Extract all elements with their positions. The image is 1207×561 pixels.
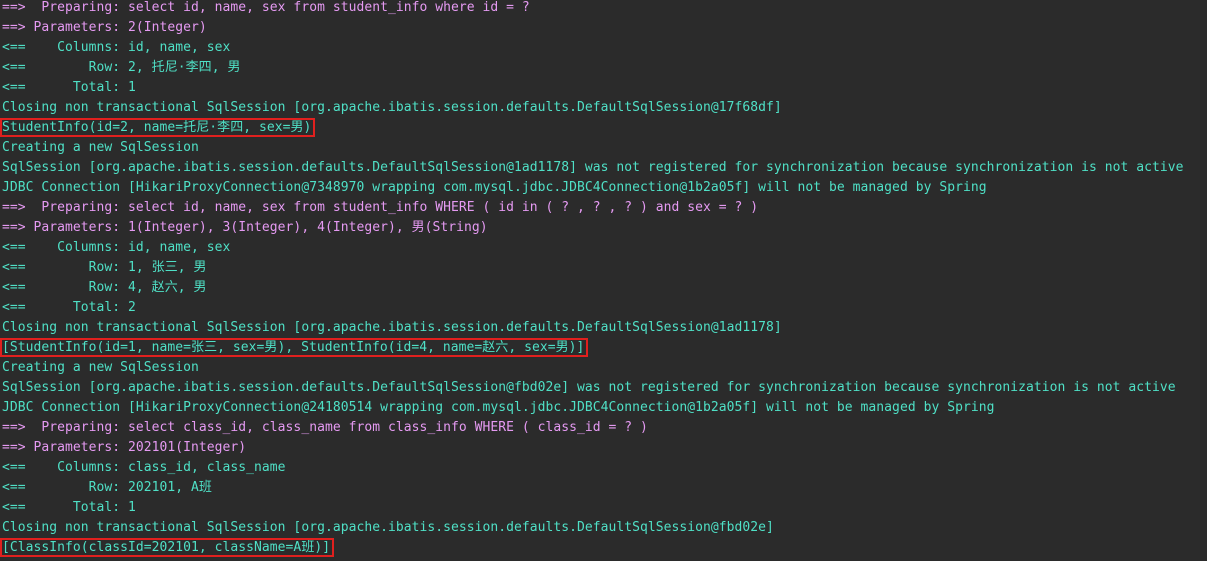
- log-line: <== Total: 1: [2, 78, 1207, 98]
- log-line: <== Columns: id, name, sex: [2, 38, 1207, 58]
- log-line: JDBC Connection [HikariProxyConnection@2…: [2, 398, 1207, 418]
- log-line: SqlSession [org.apache.ibatis.session.de…: [2, 158, 1207, 178]
- log-line-text: ==> Parameters: 202101(Integer): [2, 440, 247, 455]
- log-line-text: ==> Preparing: select id, name, sex from…: [2, 200, 759, 215]
- log-line-text: SqlSession [org.apache.ibatis.session.de…: [2, 160, 1184, 175]
- log-line-text: Closing non transactional SqlSession [or…: [2, 100, 782, 115]
- log-line-text: StudentInfo(id=2, name=托尼·李四, sex=男): [0, 118, 316, 137]
- log-line: Closing non transactional SqlSession [or…: [2, 98, 1207, 118]
- log-line-text: JDBC Connection [HikariProxyConnection@2…: [2, 400, 995, 415]
- log-line: <== Columns: id, name, sex: [2, 238, 1207, 258]
- console-output: ==> Preparing: select id, name, sex from…: [0, 0, 1207, 558]
- log-line: Closing non transactional SqlSession [or…: [2, 518, 1207, 538]
- log-line: <== Row: 202101, A班: [2, 478, 1207, 498]
- log-line-text: ==> Parameters: 2(Integer): [2, 20, 207, 35]
- highlighted-result-line: StudentInfo(id=2, name=托尼·李四, sex=男): [0, 118, 1207, 138]
- log-line: Creating a new SqlSession: [2, 358, 1207, 378]
- log-line-text: <== Columns: id, name, sex: [2, 240, 231, 255]
- log-line: ==> Preparing: select class_id, class_na…: [2, 418, 1207, 438]
- log-line: <== Columns: class_id, class_name: [2, 458, 1207, 478]
- log-line: <== Total: 2: [2, 298, 1207, 318]
- log-line: SqlSession [org.apache.ibatis.session.de…: [2, 378, 1207, 398]
- log-line-text: ==> Preparing: select id, name, sex from…: [2, 0, 530, 15]
- log-line-text: <== Total: 1: [2, 500, 136, 515]
- log-line-text: <== Columns: id, name, sex: [2, 40, 231, 55]
- log-line-text: JDBC Connection [HikariProxyConnection@7…: [2, 180, 987, 195]
- log-line: ==> Parameters: 1(Integer), 3(Integer), …: [2, 218, 1207, 238]
- log-line-text: [StudentInfo(id=1, name=张三, sex=男), Stud…: [0, 338, 589, 357]
- log-line-text: <== Total: 2: [2, 300, 136, 315]
- log-line-text: Closing non transactional SqlSession [or…: [2, 320, 782, 335]
- log-line-text: SqlSession [org.apache.ibatis.session.de…: [2, 380, 1176, 395]
- log-line: Creating a new SqlSession: [2, 138, 1207, 158]
- log-line-text: ==> Parameters: 1(Integer), 3(Integer), …: [2, 220, 488, 235]
- log-line: ==> Preparing: select id, name, sex from…: [2, 0, 1207, 18]
- highlighted-result-line: [ClassInfo(classId=202101, className=A班)…: [0, 538, 1207, 558]
- highlighted-result-line: [StudentInfo(id=1, name=张三, sex=男), Stud…: [0, 338, 1207, 358]
- log-line-text: <== Row: 4, 赵六, 男: [2, 280, 207, 295]
- log-line-text: <== Total: 1: [2, 80, 136, 95]
- log-line-text: Creating a new SqlSession: [2, 360, 199, 375]
- log-line-text: <== Columns: class_id, class_name: [2, 460, 286, 475]
- log-line-text: <== Row: 1, 张三, 男: [2, 260, 207, 275]
- log-line: <== Row: 2, 托尼·李四, 男: [2, 58, 1207, 78]
- log-line-text: [ClassInfo(classId=202101, className=A班)…: [0, 538, 335, 557]
- log-line: ==> Parameters: 202101(Integer): [2, 438, 1207, 458]
- log-line: <== Total: 1: [2, 498, 1207, 518]
- log-line-text: <== Row: 202101, A班: [2, 480, 212, 495]
- log-line: ==> Parameters: 2(Integer): [2, 18, 1207, 38]
- log-line-text: Creating a new SqlSession: [2, 140, 199, 155]
- log-line: Closing non transactional SqlSession [or…: [2, 318, 1207, 338]
- log-line: JDBC Connection [HikariProxyConnection@7…: [2, 178, 1207, 198]
- log-line-text: <== Row: 2, 托尼·李四, 男: [2, 60, 241, 75]
- log-line-text: Closing non transactional SqlSession [or…: [2, 520, 774, 535]
- log-line: <== Row: 4, 赵六, 男: [2, 278, 1207, 298]
- log-line: ==> Preparing: select id, name, sex from…: [2, 198, 1207, 218]
- log-line-text: ==> Preparing: select class_id, class_na…: [2, 420, 648, 435]
- log-line: <== Row: 1, 张三, 男: [2, 258, 1207, 278]
